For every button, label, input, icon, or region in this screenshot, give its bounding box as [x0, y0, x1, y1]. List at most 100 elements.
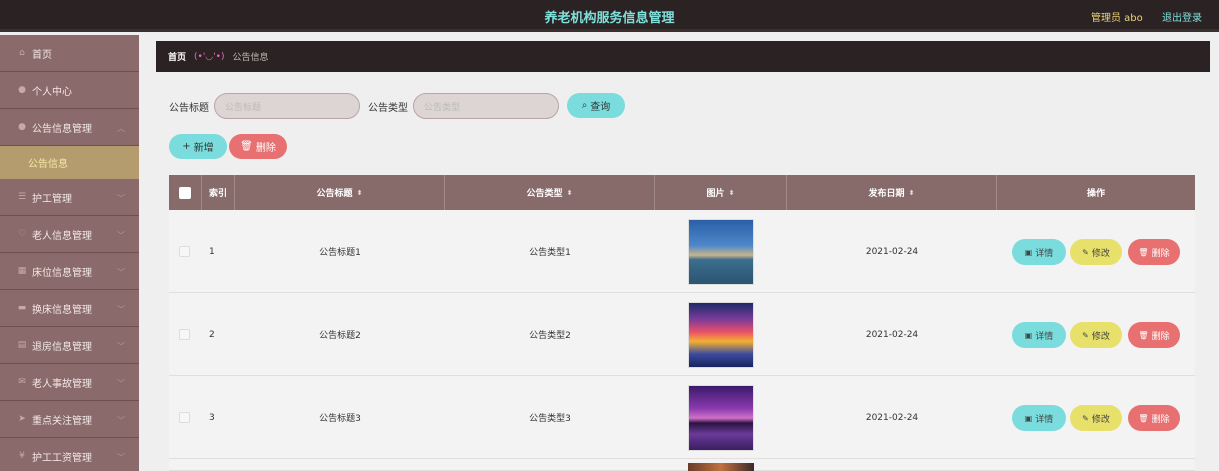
chevron-down-icon: ﹀: [117, 194, 125, 203]
breadcrumb: 首页 (•'◡'•) 公告信息: [156, 41, 1210, 72]
add-button[interactable]: + 新增: [169, 134, 227, 159]
sort-icon[interactable]: ⬍: [909, 189, 915, 197]
bed-icon: ▬: [17, 303, 27, 313]
row-image-cell: [655, 459, 787, 471]
chevron-up-icon: ︿: [117, 124, 125, 133]
row-thumbnail[interactable]: [688, 218, 754, 285]
row-date: 2021-02-24: [865, 329, 919, 340]
sidebar-item-elder[interactable]: ♡ 老人信息管理 ﹀: [0, 216, 139, 253]
row-thumbnail[interactable]: [688, 463, 754, 471]
sidebar-item-label: 老人事故管理: [32, 378, 92, 390]
edit-icon: ✎: [1082, 330, 1089, 340]
query-button[interactable]: ⌕ 查询: [567, 93, 625, 118]
chevron-down-icon: ﹀: [117, 453, 125, 462]
row-image-cell: [655, 210, 787, 293]
row-delete-button[interactable]: 🗑 删除: [1128, 322, 1180, 348]
sidebar-item-label: 公告信息管理: [32, 123, 92, 135]
sidebar-item-home[interactable]: ⌂ 首页: [0, 35, 139, 72]
header-title[interactable]: 公告标题 ⬍: [235, 175, 445, 210]
sidebar-item-label: 退房信息管理: [32, 341, 92, 353]
notice-table: 索引 公告标题 ⬍ 公告类型 ⬍ 图片 ⬍ 发布日期 ⬍ 操作 1 公告标题1 公告类型…: [169, 175, 1195, 471]
sort-icon[interactable]: ⬍: [357, 189, 363, 197]
detail-button[interactable]: ▣ 详情: [1012, 405, 1066, 431]
chevron-down-icon: ﹀: [117, 379, 125, 388]
chevron-down-icon: ﹀: [117, 416, 125, 425]
row-index: 2: [209, 329, 215, 340]
row-title: 公告标题3: [319, 414, 361, 424]
row-checkbox[interactable]: [179, 329, 190, 340]
search-icon: ⌕: [581, 100, 588, 111]
sidebar-item-label: 换床信息管理: [32, 304, 92, 316]
sidebar-item-focus[interactable]: ➤ 重点关注管理 ﹀: [0, 401, 139, 438]
row-thumbnail[interactable]: [688, 384, 754, 451]
user-icon: ●: [18, 85, 26, 95]
sidebar-item-salary[interactable]: ¥ 护工工资管理 ﹀: [0, 438, 139, 471]
sidebar: ⌂ 首页 ● 个人中心 ● 公告信息管理 ︿ 公告信息 ☰ 护工管理 ﹀ ♡ 老…: [0, 35, 139, 471]
row-type: 公告类型2: [529, 331, 571, 341]
row-delete-button[interactable]: 🗑 删除: [1128, 405, 1180, 431]
detail-button[interactable]: ▣ 详情: [1012, 239, 1066, 265]
edit-icon: ✎: [1082, 247, 1089, 257]
sidebar-subitem-notice[interactable]: 公告信息: [0, 146, 139, 179]
sidebar-item-caregiver[interactable]: ☰ 护工管理 ﹀: [0, 179, 139, 216]
sidebar-item-label: 首页: [32, 49, 52, 61]
breadcrumb-home[interactable]: 首页: [168, 50, 186, 63]
title-label: 公告标题: [169, 103, 209, 114]
add-button-label: 新增: [193, 143, 214, 154]
row-checkbox[interactable]: [179, 412, 190, 423]
sidebar-item-checkout[interactable]: ▤ 退房信息管理 ﹀: [0, 327, 139, 364]
header-type[interactable]: 公告类型 ⬍: [445, 175, 655, 210]
sidebar-item-label: 床位信息管理: [32, 267, 92, 279]
home-icon: ⌂: [19, 48, 25, 58]
admin-label: 管理员 abo: [1091, 13, 1143, 24]
select-all-checkbox[interactable]: [179, 186, 191, 199]
sidebar-item-bed[interactable]: ▦ 床位信息管理 ﹀: [0, 253, 139, 290]
sidebar-item-bed-change[interactable]: ▬ 换床信息管理 ﹀: [0, 290, 139, 327]
chevron-down-icon: ﹀: [117, 305, 125, 314]
heart-icon: ♡: [17, 229, 27, 239]
sidebar-item-profile[interactable]: ● 个人中心: [0, 72, 139, 109]
detail-button[interactable]: ▣ 详情: [1012, 322, 1066, 348]
trash-icon: 🗑: [1138, 413, 1149, 423]
header-select-all[interactable]: [169, 175, 202, 210]
edit-button[interactable]: ✎ 修改: [1070, 405, 1122, 431]
breadcrumb-current: 公告信息: [232, 53, 269, 63]
sidebar-item-label: 护工工资管理: [32, 452, 92, 464]
sidebar-item-accident[interactable]: ✉ 老人事故管理 ﹀: [0, 364, 139, 401]
list-icon: ☰: [17, 192, 27, 202]
trash-icon: 🗑: [1138, 330, 1149, 340]
row-date: 2021-02-24: [865, 412, 919, 423]
title-search-input[interactable]: 公告标题: [214, 93, 360, 119]
sort-icon[interactable]: ⬍: [729, 189, 735, 197]
row-checkbox-cell[interactable]: [179, 376, 190, 459]
row-checkbox-cell[interactable]: [179, 210, 190, 293]
row-checkbox[interactable]: [179, 246, 190, 257]
trash-icon: 🗑: [1138, 247, 1149, 257]
type-search-input[interactable]: 公告类型: [413, 93, 559, 119]
sidebar-item-notice-mgmt[interactable]: ● 公告信息管理 ︿: [0, 109, 139, 146]
table-row: 3 公告标题3 公告类型3 2021-02-24 ▣ 详情 ✎ 修改 🗑 删除: [169, 376, 1195, 459]
sidebar-item-label: 护工管理: [32, 193, 72, 205]
sidebar-item-label: 重点关注管理: [32, 415, 92, 427]
table-header: 索引 公告标题 ⬍ 公告类型 ⬍ 图片 ⬍ 发布日期 ⬍ 操作: [169, 175, 1195, 210]
header-image[interactable]: 图片 ⬍: [655, 175, 787, 210]
delete-button[interactable]: 🗑 删除: [229, 134, 287, 159]
detail-icon: ▣: [1024, 247, 1033, 257]
row-checkbox-cell[interactable]: [179, 293, 190, 376]
chevron-down-icon: ﹀: [117, 268, 125, 277]
send-icon: ➤: [18, 414, 26, 424]
header-date[interactable]: 发布日期 ⬍: [787, 175, 997, 210]
header-index: 索引: [202, 175, 235, 210]
edit-button[interactable]: ✎ 修改: [1070, 239, 1122, 265]
row-delete-button[interactable]: 🗑 删除: [1128, 239, 1180, 265]
edit-button[interactable]: ✎ 修改: [1070, 322, 1122, 348]
sort-icon[interactable]: ⬍: [567, 189, 573, 197]
chevron-down-icon: ﹀: [117, 231, 125, 240]
table-row: [169, 459, 1195, 471]
row-thumbnail[interactable]: [688, 301, 754, 368]
chevron-down-icon: ﹀: [117, 342, 125, 351]
logout-link[interactable]: 退出登录: [1162, 9, 1202, 24]
top-bar: 养老机构服务信息管理 管理员 abo 退出登录: [0, 0, 1219, 32]
detail-icon: ▣: [1024, 330, 1033, 340]
row-index: 1: [209, 246, 215, 257]
